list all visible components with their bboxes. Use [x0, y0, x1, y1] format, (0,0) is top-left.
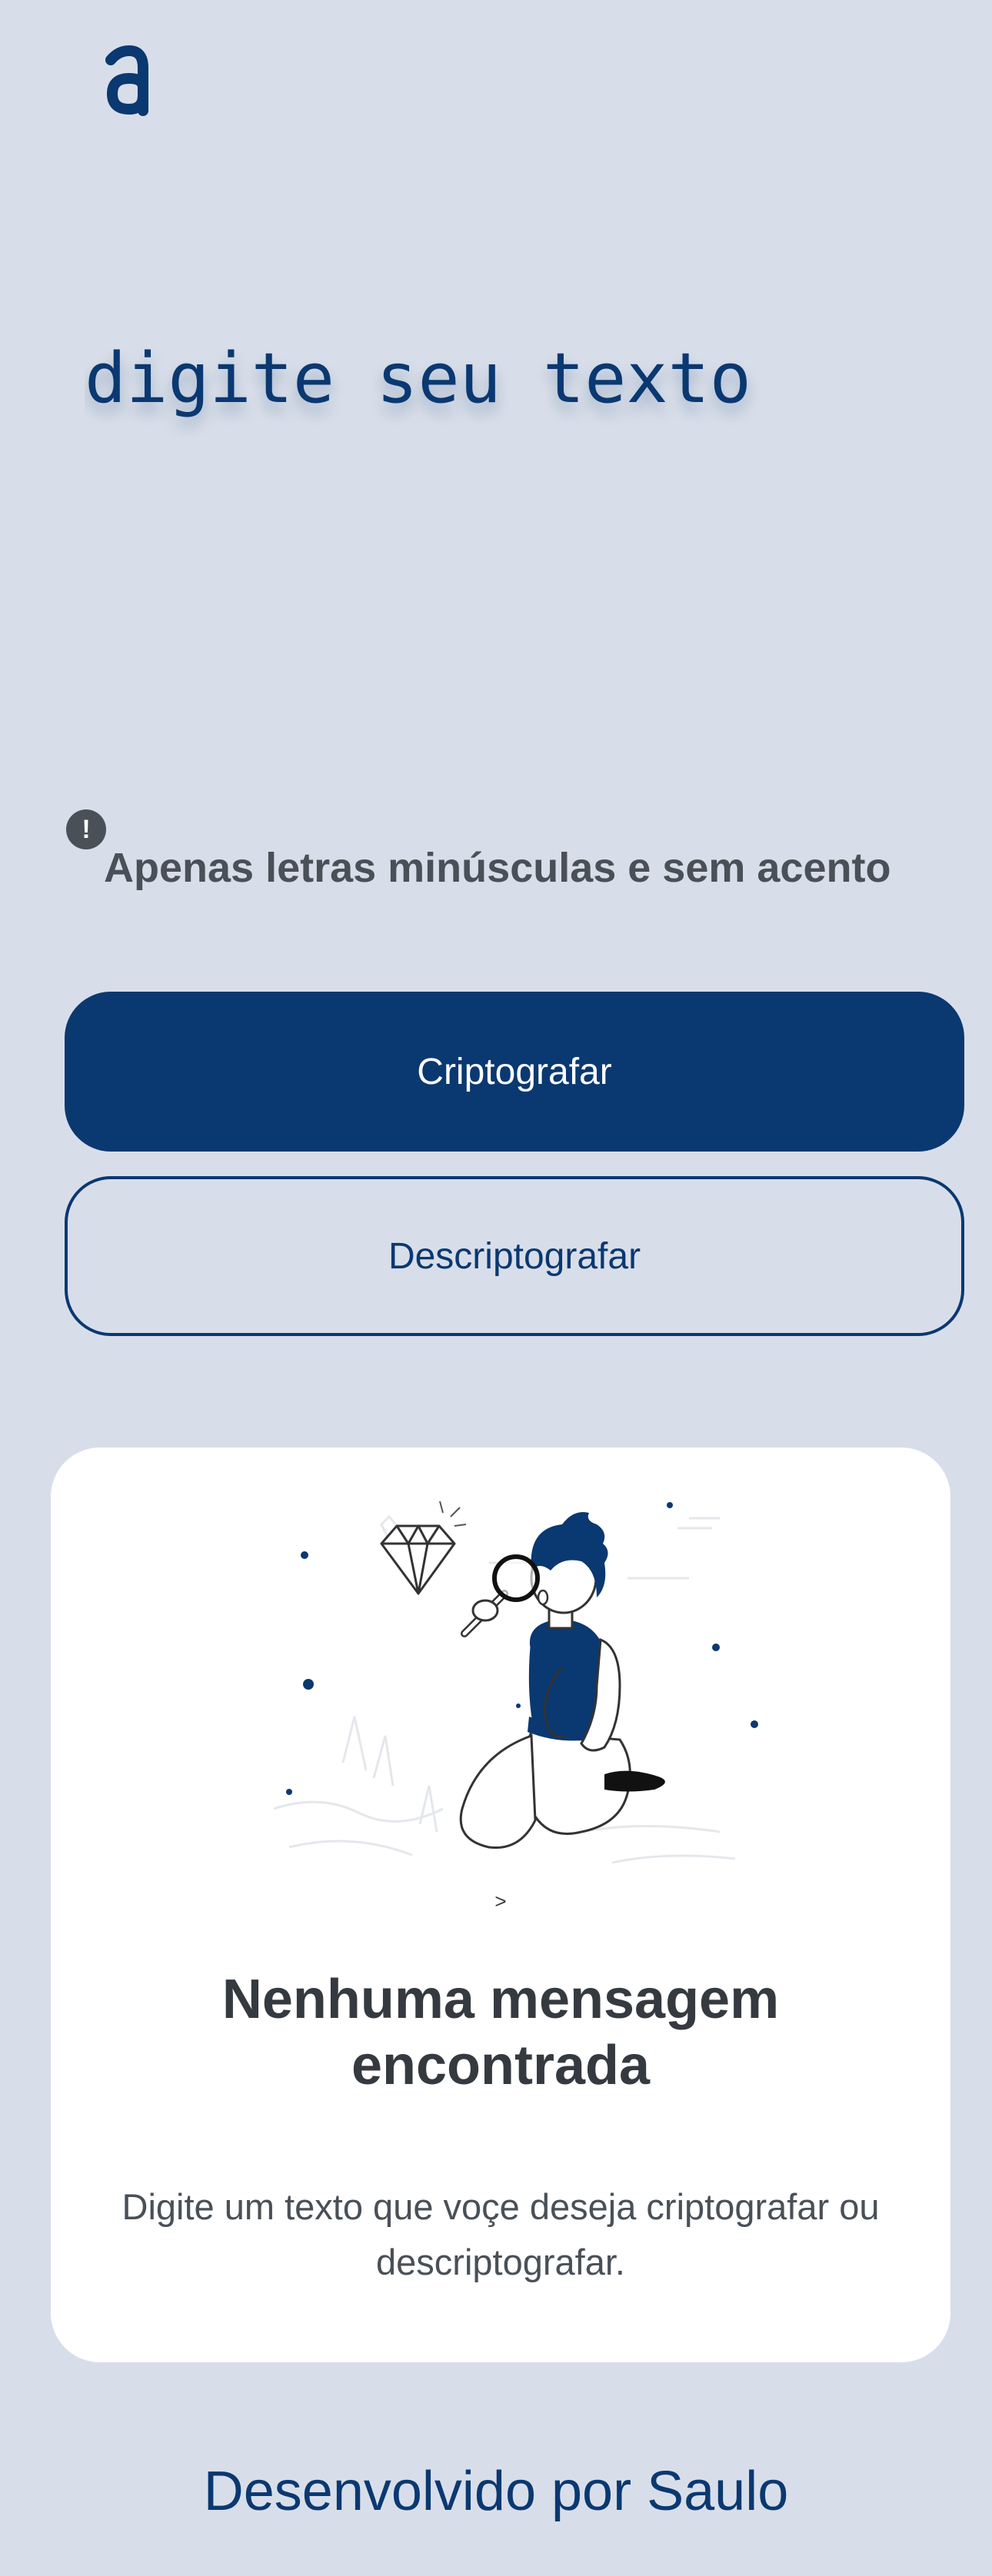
empty-state-description: Digite um texto que voçe deseja criptogr… [122, 2186, 880, 2282]
hint-text: Apenas letras minúsculas e sem acento [104, 845, 891, 891]
output-card: > Nenhuma mensagem encontrada Digite um … [51, 1448, 950, 2362]
decrypt-button[interactable]: Descriptografar [65, 1176, 964, 1336]
exclamation-circle-icon: ! [66, 809, 106, 849]
empty-state-title: Nenhuma mensagem encontrada [221, 1969, 780, 2096]
illustration-caption: > [494, 1890, 507, 1913]
alura-logo-icon [105, 45, 148, 116]
footer-credit: Desenvolvido por Saulo [203, 2461, 789, 2522]
encrypt-button[interactable]: Criptografar [65, 992, 964, 1152]
text-input[interactable] [85, 338, 930, 738]
boy-with-magnifier-illustration [273, 1501, 758, 1864]
